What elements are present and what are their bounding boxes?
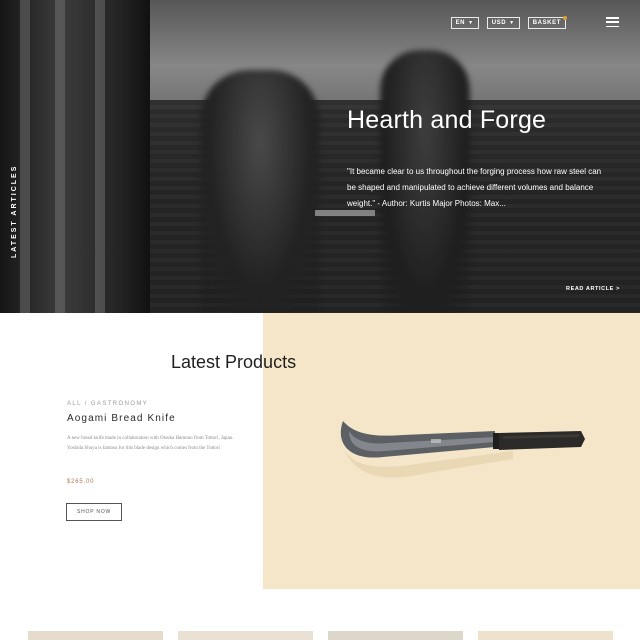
- caret-down-icon: ▼: [468, 20, 474, 26]
- hero-overlay: [0, 0, 640, 313]
- basket-indicator-dot: [563, 16, 567, 20]
- product-price: $265.00: [67, 479, 95, 485]
- top-nav: EN ▼ USD ▼ BASKET: [450, 16, 567, 29]
- description-line: A new bread knife made in collaboration …: [67, 436, 234, 441]
- currency-label: USD: [491, 20, 507, 26]
- product-thumbnail[interactable]: [328, 631, 463, 640]
- menu-icon[interactable]: [606, 17, 619, 28]
- article-excerpt: "It became clear to us throughout the fo…: [347, 167, 602, 208]
- product-thumbnail[interactable]: [478, 631, 613, 640]
- latest-articles-label[interactable]: LATEST ARTICLES: [11, 165, 18, 258]
- product-category[interactable]: ALL / GASTRONOMY: [67, 401, 148, 407]
- shop-now-button[interactable]: SHOP NOW: [66, 503, 122, 521]
- language-select[interactable]: EN ▼: [450, 17, 479, 29]
- article-title[interactable]: Hearth and Forge: [347, 106, 546, 135]
- caret-down-icon: ▼: [509, 20, 515, 26]
- language-label: EN: [455, 20, 466, 26]
- read-article-link[interactable]: READ ARTICLE >: [566, 286, 620, 292]
- currency-select[interactable]: USD ▼: [486, 17, 520, 29]
- product-thumbnail[interactable]: [178, 631, 313, 640]
- description-line: Yoshida Shoya is famous for this blade d…: [67, 446, 220, 451]
- bread-knife-image: [338, 421, 585, 478]
- basket-button[interactable]: BASKET: [527, 16, 567, 29]
- product-thumbnail[interactable]: [28, 631, 163, 640]
- hero-banner[interactable]: EN ▼ USD ▼ BASKET LATEST ARTICLES Hearth…: [0, 0, 640, 313]
- latest-products-heading: Latest Products: [171, 352, 297, 372]
- product-image[interactable]: [263, 313, 640, 589]
- product-name[interactable]: Aogami Bread Knife: [67, 413, 176, 424]
- basket-label: BASKET: [532, 20, 561, 26]
- product-description: A new bread knife made in collaboration …: [67, 434, 247, 454]
